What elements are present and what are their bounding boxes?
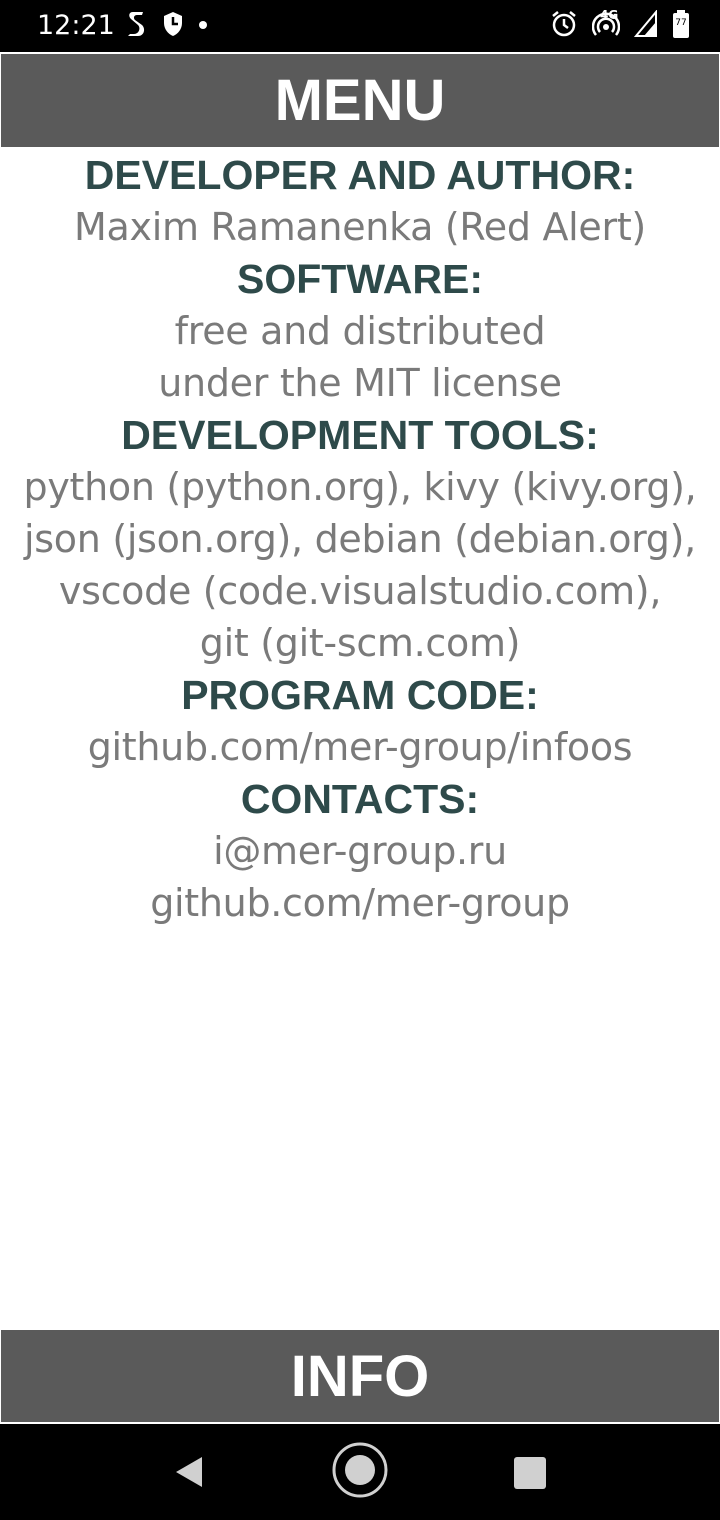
tools-text-1: python (python.org), kivy (kivy.org),	[23, 465, 697, 509]
network-type: 4G	[600, 7, 619, 22]
status-right-icons: 4G 77	[550, 8, 690, 44]
menu-button[interactable]: MENU	[1, 54, 719, 147]
developer-heading: DEVELOPER AND AUTHOR:	[84, 152, 636, 198]
back-icon[interactable]	[172, 1455, 206, 1489]
software-text-2: under the MIT license	[158, 361, 562, 405]
tools-text-2: json (json.org), debian (debian.org),	[24, 517, 696, 561]
shield-icon	[162, 11, 184, 42]
battery-level: 77	[675, 17, 687, 28]
contact-email: i@mer-group.ru	[213, 829, 507, 873]
status-left-icons	[126, 10, 208, 43]
software-heading: SOFTWARE:	[237, 256, 483, 302]
home-icon[interactable]	[331, 1441, 389, 1499]
tools-text-4: git (git-scm.com)	[199, 621, 521, 665]
tools-text-3: vscode (code.visualstudio.com),	[58, 569, 662, 613]
status-time: 12:21	[37, 10, 115, 41]
status-bar: 12:21 4G 77	[0, 0, 720, 52]
code-link: github.com/mer-group/infoos	[87, 725, 633, 769]
contact-github: github.com/mer-group	[150, 881, 570, 925]
tools-heading: DEVELOPMENT TOOLS:	[121, 412, 599, 458]
battery-icon: 77	[672, 9, 690, 44]
signal-icon: 4G	[600, 8, 658, 43]
info-content: DEVELOPER AND AUTHOR: Maxim Ramanenka (R…	[0, 149, 720, 929]
dot-icon	[198, 17, 208, 35]
developer-name: Maxim Ramanenka (Red Alert)	[74, 205, 646, 249]
alarm-icon	[550, 10, 578, 43]
software-text-1: free and distributed	[174, 309, 546, 353]
recent-apps-icon[interactable]	[514, 1457, 546, 1489]
s-logo-icon	[126, 10, 148, 43]
navigation-bar	[0, 1424, 720, 1520]
info-button[interactable]: INFO	[1, 1330, 719, 1422]
contacts-heading: CONTACTS:	[240, 776, 480, 822]
code-heading: PROGRAM CODE:	[181, 672, 539, 718]
